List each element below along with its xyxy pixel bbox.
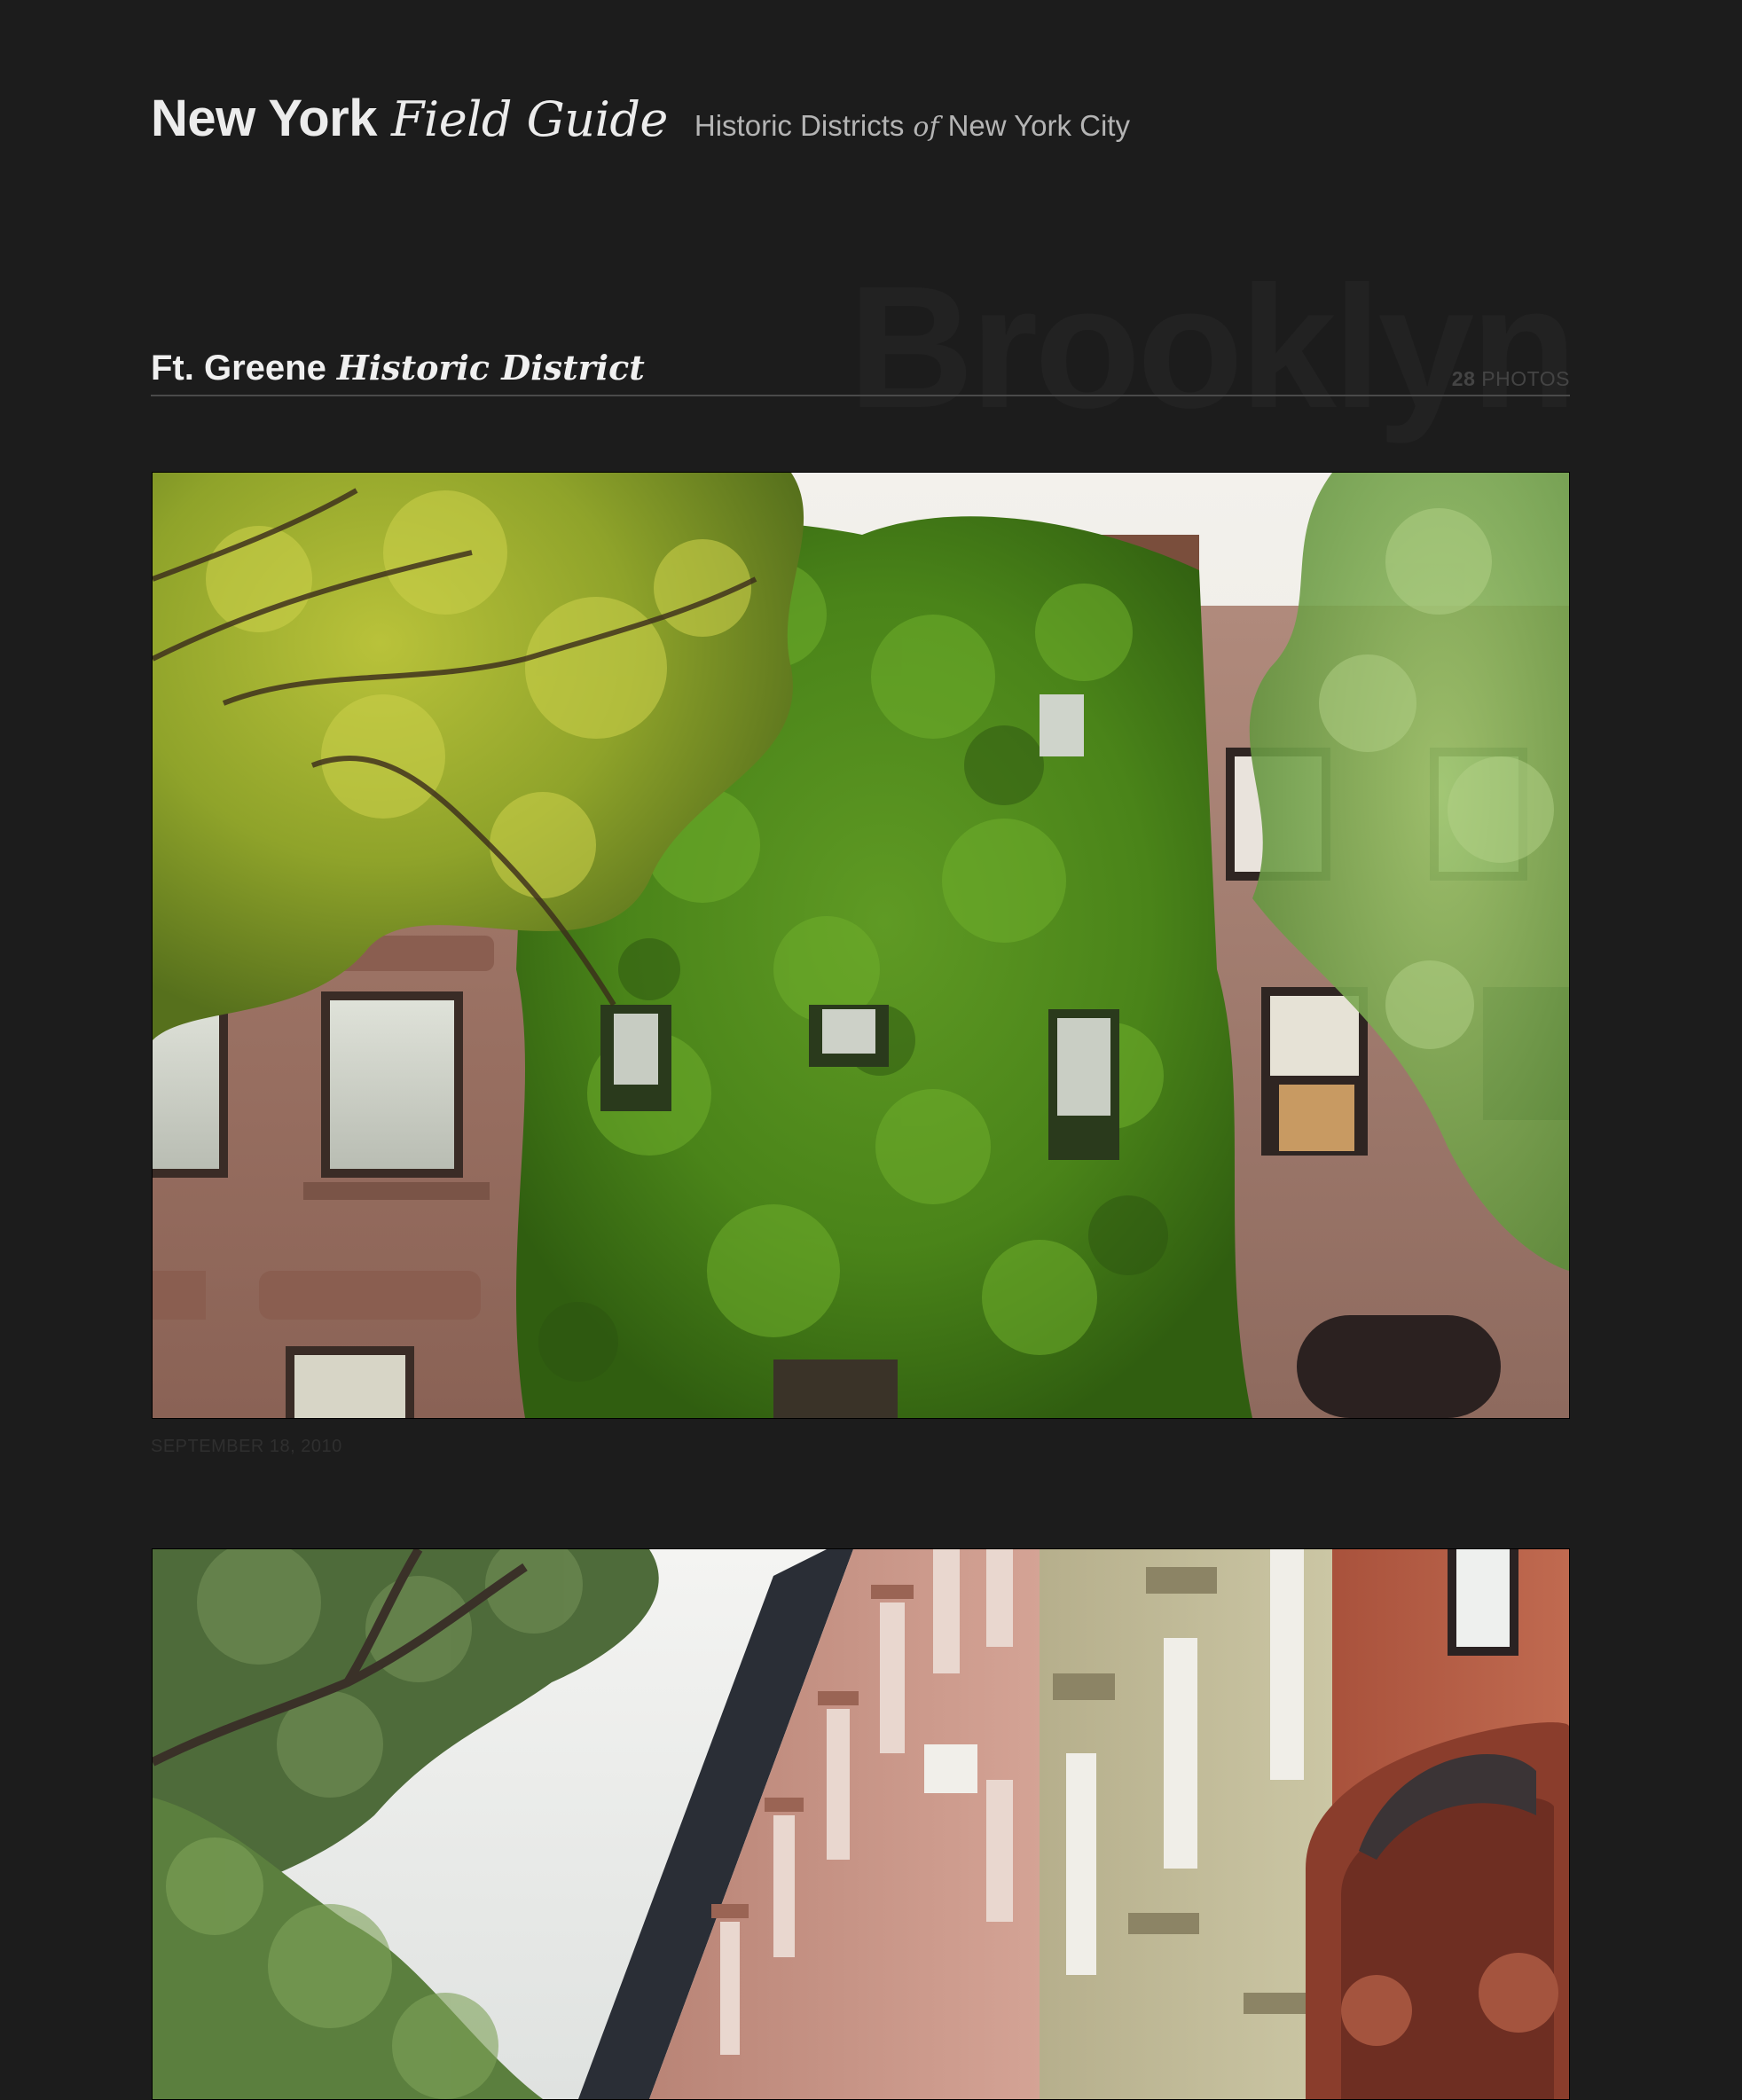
district-name: Ft. Greene: [151, 349, 326, 388]
photo-date: SEPTEMBER 18, 2010: [151, 1437, 342, 1456]
tagline-of: of: [913, 112, 939, 143]
photo-count: 28 PHOTOS: [1452, 367, 1570, 391]
photo-count-label: PHOTOS: [1481, 367, 1570, 390]
photo-count-number: 28: [1451, 367, 1476, 390]
district-photo[interactable]: [152, 1548, 1570, 2100]
district-suffix: Historic District: [336, 348, 645, 388]
brand-name: New York: [151, 90, 377, 147]
tagline-part-2: New York City: [947, 109, 1130, 142]
site-tagline: Historic Districts of New York City: [694, 109, 1130, 143]
brand-subtitle: Field Guide: [390, 91, 668, 147]
photo-brownstone-cornices: [153, 1549, 1569, 2099]
photo-ivy-brownstones: [153, 473, 1569, 1418]
site-logo-link[interactable]: New York Field Guide: [151, 89, 668, 148]
district-title[interactable]: Ft. Greene Historic District: [151, 348, 645, 388]
tagline-part-1: Historic Districts: [694, 109, 905, 142]
section-divider: [151, 395, 1570, 396]
site-header: New York Field Guide Historic Districts …: [151, 89, 1130, 148]
district-photo[interactable]: [152, 472, 1570, 1419]
district-section-header: Brooklyn Ft. Greene Historic District 28…: [151, 261, 1577, 435]
borough-watermark: Brooklyn: [848, 250, 1577, 444]
